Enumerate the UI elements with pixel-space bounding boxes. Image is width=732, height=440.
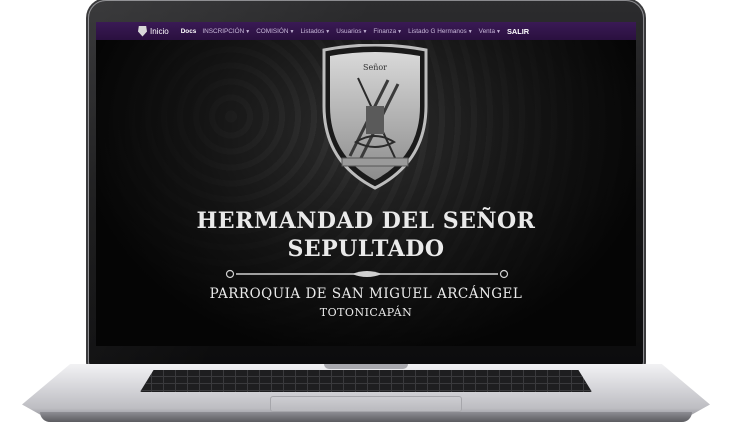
caret-down-icon: ▼ bbox=[467, 28, 473, 35]
laptop-screen: Inicio Docs INSCRIPCIÓN▼ COMISIÓN▼ Lista… bbox=[96, 22, 636, 346]
caret-down-icon: ▼ bbox=[496, 28, 501, 35]
coat-of-arms-emblem: Señor bbox=[322, 44, 428, 190]
emblem-caption: Señor bbox=[363, 63, 387, 72]
laptop-hinge-notch bbox=[324, 364, 408, 369]
nav-menu-label: COMISIÓN bbox=[256, 27, 289, 35]
brand-home-link[interactable]: Inicio bbox=[138, 25, 169, 37]
nav-menu-finanza[interactable]: Finanza▼ bbox=[373, 28, 402, 35]
logout-link[interactable]: SALIR bbox=[507, 27, 529, 36]
laptop-trackpad bbox=[270, 396, 462, 412]
caret-down-icon: ▼ bbox=[397, 28, 403, 35]
nav-menu-listados[interactable]: Listados▼ bbox=[300, 28, 330, 35]
nav-menu-label: Listados bbox=[300, 27, 325, 35]
emblem-banner bbox=[341, 157, 409, 167]
hero-subtitle: PARROQUIA DE SAN MIGUEL ARCÁNGEL bbox=[209, 286, 523, 302]
laptop-base-edge bbox=[40, 412, 692, 422]
caret-down-icon: ▼ bbox=[289, 28, 295, 35]
hero-banner: Señor HERMANDAD DEL SEÑOR SEPULTADO PARR… bbox=[96, 40, 636, 346]
nav-docs-link[interactable]: Docs bbox=[181, 28, 197, 35]
nav-menu-venta[interactable]: Venta▼ bbox=[479, 28, 501, 35]
nav-menu-comision[interactable]: COMISIÓN▼ bbox=[256, 28, 294, 35]
emblem-center-block bbox=[366, 106, 384, 134]
nav-menu-label: Venta bbox=[478, 27, 496, 35]
hero-title-line1: HERMANDAD DEL SEÑOR bbox=[196, 208, 536, 234]
brand-label: Inicio bbox=[150, 26, 169, 36]
shield-logo-icon bbox=[138, 25, 147, 37]
top-navbar: Inicio Docs INSCRIPCIÓN▼ COMISIÓN▼ Lista… bbox=[96, 22, 636, 40]
nav-menu-label: INSCRIPCIÓN bbox=[202, 27, 245, 35]
nav-menu-label: Finanza bbox=[373, 27, 397, 35]
nav-menu-label: Usuarios bbox=[336, 27, 362, 35]
caret-down-icon: ▼ bbox=[245, 28, 251, 35]
caret-down-icon: ▼ bbox=[362, 28, 368, 35]
nav-menu-listado-g-hermanos[interactable]: Listado G Hermanos▼ bbox=[408, 28, 473, 35]
hero-title-line2: SEPULTADO bbox=[287, 236, 445, 262]
laptop-keyboard bbox=[140, 370, 592, 392]
ornamental-divider bbox=[225, 269, 509, 279]
nav-menu-inscripcion[interactable]: INSCRIPCIÓN▼ bbox=[202, 28, 250, 35]
nav-menu-usuarios[interactable]: Usuarios▼ bbox=[336, 28, 367, 35]
caret-down-icon: ▼ bbox=[325, 28, 331, 35]
nav-menu-label: Listado G Hermanos bbox=[408, 27, 467, 35]
hero-location: TOTONICAPÁN bbox=[319, 306, 413, 319]
